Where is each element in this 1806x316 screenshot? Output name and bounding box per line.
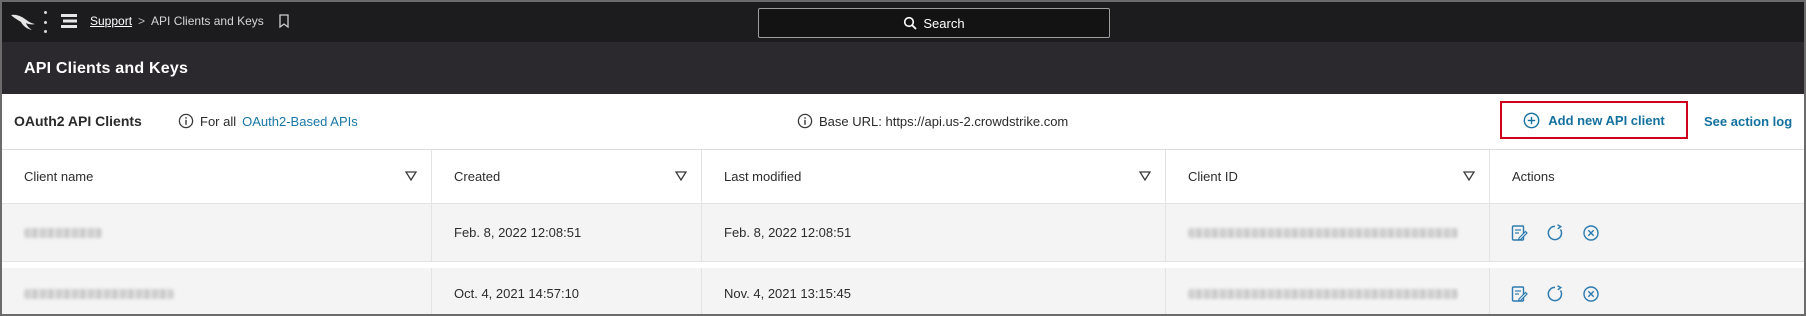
column-header-last-modified[interactable]: Last modified [702,150,1166,203]
column-header-label: Created [454,169,501,184]
search-icon [904,16,918,30]
redacted-client-id [1188,227,1458,238]
redacted-client-id [1188,288,1458,299]
delete-circle-icon[interactable] [1582,285,1600,303]
column-header-label: Actions [1512,169,1555,184]
reset-secret-icon[interactable] [1546,284,1564,303]
client-name-cell [2,268,432,314]
bookmark-icon[interactable] [278,14,290,28]
column-header-label: Client name [24,169,94,184]
breadcrumb-current: API Clients and Keys [151,14,264,28]
column-header-actions: Actions [1490,150,1804,203]
table-row[interactable]: Oct. 4, 2021 14:57:10 Nov. 4, 2021 13:15… [2,262,1804,314]
column-header-label: Client ID [1188,169,1238,184]
created-cell: Oct. 4, 2021 14:57:10 [432,268,702,314]
edit-icon[interactable] [1510,224,1528,242]
chevron-down-icon[interactable] [1139,171,1151,181]
clients-toolbar: OAuth2 API Clients For all OAuth2-Based … [2,94,1804,150]
client-id-cell [1166,268,1490,314]
chevron-down-icon[interactable] [405,171,417,181]
modified-cell: Nov. 4, 2021 13:15:45 [702,268,1166,314]
chevron-down-icon[interactable] [675,171,687,181]
column-header-label: Last modified [724,169,802,184]
plus-circle-icon [1523,112,1540,128]
oauth2-apis-link[interactable]: OAuth2-Based APIs [242,114,358,129]
row-actions [1490,268,1804,314]
column-header-client-id[interactable]: Client ID [1166,150,1490,203]
breadcrumb-separator: > [138,14,146,28]
row-actions [1490,204,1804,261]
hamburger-menu-icon[interactable] [60,12,78,30]
app-window: Support > API Clients and Keys Search AP… [0,0,1806,316]
delete-circle-icon[interactable] [1582,224,1600,242]
for-all-apis-note: For all OAuth2-Based APIs [178,113,358,129]
redacted-client-name [24,288,174,299]
add-new-api-client-button[interactable]: Add new API client [1500,101,1688,139]
see-action-log-link[interactable]: See action log [1704,114,1792,129]
falcon-logo-icon[interactable] [10,10,36,32]
base-url-text: Base URL: https://api.us-2.crowdstrike.c… [819,113,1069,129]
base-url-info: Base URL: https://api.us-2.crowdstrike.c… [797,113,1068,129]
search-label: Search [923,15,965,31]
info-icon[interactable] [797,113,813,129]
table-row[interactable]: Feb. 8, 2022 12:08:51 Feb. 8, 2022 12:08… [2,204,1804,262]
kebab-menu-icon[interactable] [42,11,48,33]
modified-cell: Feb. 8, 2022 12:08:51 [702,204,1166,261]
client-id-cell [1166,204,1490,261]
info-icon[interactable] [178,113,194,129]
column-header-client-name[interactable]: Client name [2,150,432,203]
top-navigation-bar: Support > API Clients and Keys Search [2,2,1804,42]
for-all-prefix: For all [200,113,237,129]
page-header: API Clients and Keys [2,42,1804,94]
table-header-row: Client name Created Last modified Client… [2,150,1804,204]
page-title: API Clients and Keys [24,60,189,77]
breadcrumb: Support > API Clients and Keys [90,14,290,28]
api-clients-table: Client name Created Last modified Client… [2,150,1804,314]
redacted-client-name [24,227,102,238]
created-cell: Feb. 8, 2022 12:08:51 [432,204,702,261]
chevron-down-icon[interactable] [1463,171,1475,181]
section-title: OAuth2 API Clients [14,113,142,129]
breadcrumb-link-support[interactable]: Support [90,14,132,28]
client-name-cell [2,204,432,261]
add-button-label: Add new API client [1548,112,1665,128]
reset-secret-icon[interactable] [1546,223,1564,242]
search-input[interactable]: Search [758,8,1110,38]
edit-icon[interactable] [1510,285,1528,303]
column-header-created[interactable]: Created [432,150,702,203]
